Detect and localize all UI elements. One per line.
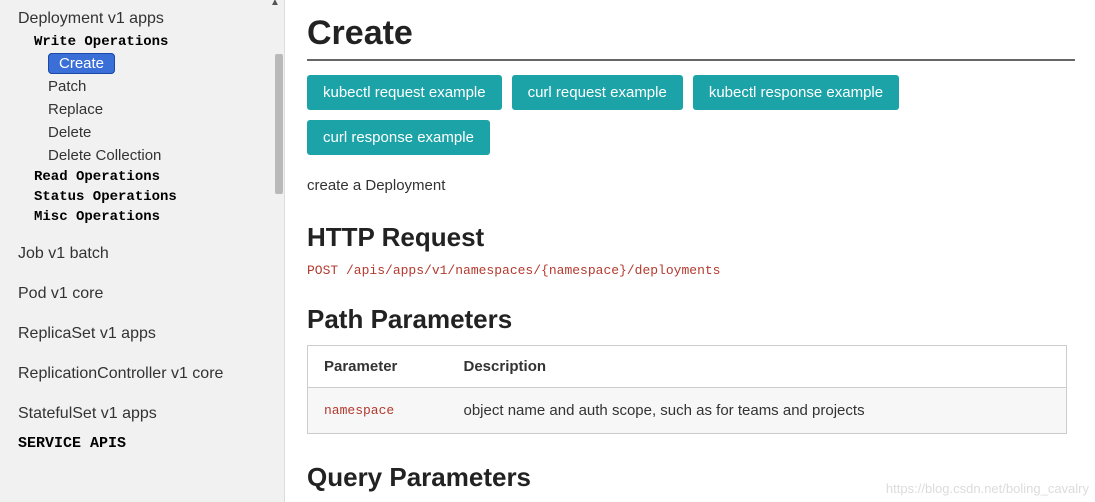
sidebar-scrollbar-thumb[interactable] bbox=[275, 54, 283, 194]
kubectl-request-example-button[interactable]: kubectl request example bbox=[307, 75, 502, 110]
sidebar-op-delete-collection[interactable]: Delete Collection bbox=[0, 144, 284, 167]
table-row: namespace object name and auth scope, su… bbox=[308, 388, 1067, 434]
param-name: namespace bbox=[308, 388, 448, 434]
curl-response-example-button[interactable]: curl response example bbox=[307, 120, 490, 155]
main-content: Create kubectl request example curl requ… bbox=[285, 0, 1095, 502]
scroll-up-icon[interactable]: ▲ bbox=[270, 0, 282, 10]
sidebar-op-delete[interactable]: Delete bbox=[0, 121, 284, 144]
page-title: Create bbox=[307, 14, 1075, 53]
sidebar-group-write-operations[interactable]: Write Operations bbox=[0, 32, 284, 52]
sidebar-resource-job[interactable]: Job v1 batch bbox=[0, 241, 284, 267]
path-parameters-table: Parameter Description namespace object n… bbox=[307, 345, 1067, 434]
sidebar-op-patch[interactable]: Patch bbox=[0, 75, 284, 98]
sidebar-group-read-operations[interactable]: Read Operations bbox=[0, 167, 284, 187]
http-request-line: POST /apis/apps/v1/namespaces/{namespace… bbox=[307, 263, 1075, 278]
query-parameters-heading: Query Parameters bbox=[307, 462, 1075, 493]
kubectl-response-example-button[interactable]: kubectl response example bbox=[693, 75, 899, 110]
path-parameters-heading: Path Parameters bbox=[307, 304, 1075, 335]
operation-description: create a Deployment bbox=[307, 177, 1075, 194]
sidebar-resource-pod[interactable]: Pod v1 core bbox=[0, 281, 284, 307]
title-divider bbox=[307, 59, 1075, 61]
sidebar-resource-replicationcontroller[interactable]: ReplicationController v1 core bbox=[0, 361, 284, 387]
example-button-row: kubectl request example curl request exa… bbox=[307, 75, 1075, 155]
app-root: ▲ Deployment v1 apps Write Operations Cr… bbox=[0, 0, 1095, 502]
sidebar-resource-replicaset[interactable]: ReplicaSet v1 apps bbox=[0, 321, 284, 347]
col-parameter: Parameter bbox=[308, 346, 448, 388]
curl-request-example-button[interactable]: curl request example bbox=[512, 75, 683, 110]
sidebar-op-create[interactable]: Create bbox=[0, 52, 284, 75]
http-request-heading: HTTP Request bbox=[307, 222, 1075, 253]
param-desc: object name and auth scope, such as for … bbox=[448, 388, 1067, 434]
sidebar-scrollbar[interactable] bbox=[274, 10, 284, 492]
table-header-row: Parameter Description bbox=[308, 346, 1067, 388]
sidebar-group-status-operations[interactable]: Status Operations bbox=[0, 187, 284, 207]
sidebar-op-create-label: Create bbox=[48, 53, 115, 74]
sidebar: ▲ Deployment v1 apps Write Operations Cr… bbox=[0, 0, 285, 502]
sidebar-category-service-apis[interactable]: SERVICE APIS bbox=[0, 427, 284, 454]
sidebar-resource-deployment[interactable]: Deployment v1 apps bbox=[0, 6, 284, 32]
sidebar-op-replace[interactable]: Replace bbox=[0, 98, 284, 121]
sidebar-group-misc-operations[interactable]: Misc Operations bbox=[0, 207, 284, 227]
col-description: Description bbox=[448, 346, 1067, 388]
sidebar-resource-statefulset[interactable]: StatefulSet v1 apps bbox=[0, 401, 284, 427]
